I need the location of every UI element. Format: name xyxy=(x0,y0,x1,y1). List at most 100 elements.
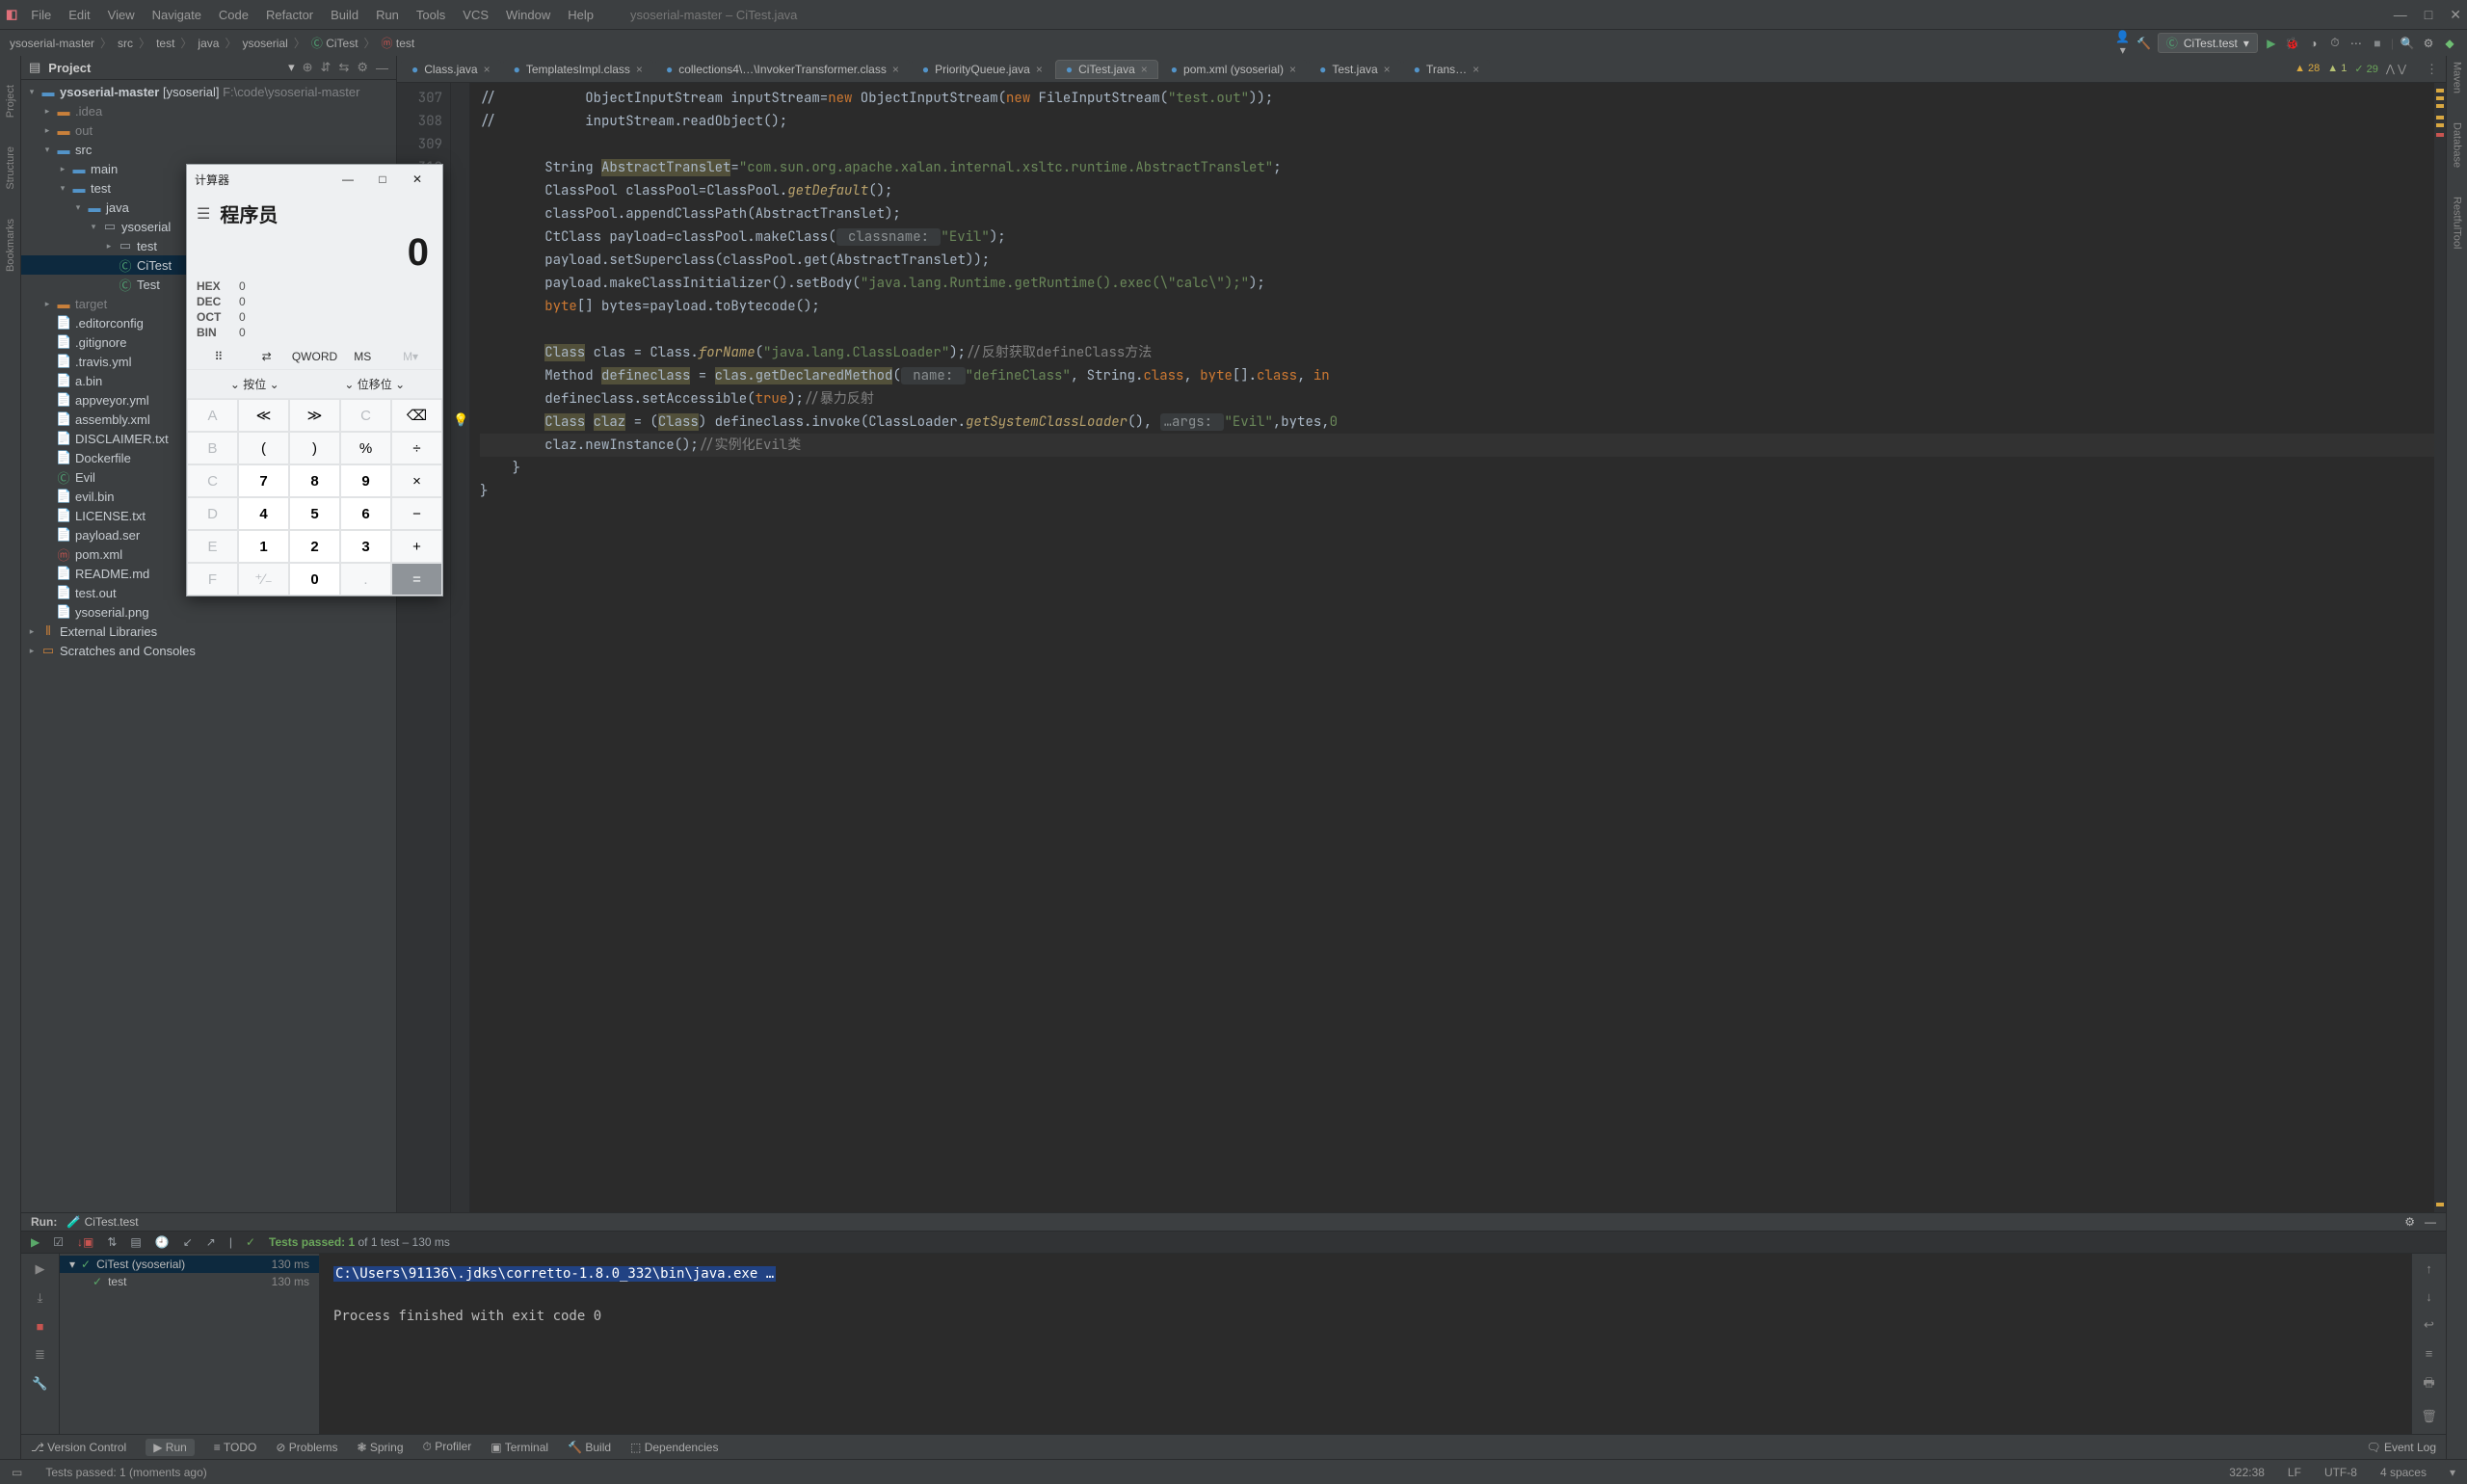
run-layout-icon[interactable]: ≣ xyxy=(35,1347,45,1363)
editor-content[interactable]: // ObjectInputStream inputStream=new Obj… xyxy=(470,83,2434,1212)
line-separator[interactable]: LF xyxy=(2288,1466,2301,1479)
menu-build[interactable]: Build xyxy=(323,6,366,24)
calc-bases[interactable]: HEX0 DEC0 OCT0 BIN0 xyxy=(187,277,442,344)
tree-node[interactable]: ▸▭Scratches and Consoles xyxy=(21,641,396,660)
git-branch[interactable]: ▾ xyxy=(2450,1466,2455,1479)
calc-key[interactable]: ) xyxy=(289,432,340,464)
toggle-toolwindows-icon[interactable]: ▭ xyxy=(12,1466,22,1479)
calc-key[interactable]: 3 xyxy=(340,530,391,563)
print-icon[interactable]: 🖶 xyxy=(2423,1374,2434,1395)
stop-icon[interactable]: ■ xyxy=(2370,37,2385,50)
deps-tool[interactable]: ⬚ Dependencies xyxy=(630,1441,718,1454)
run-config-name[interactable]: 🧪 CiTest.test xyxy=(66,1215,138,1229)
run-config-select[interactable]: ⒸCiTest.test▾ xyxy=(2158,33,2258,53)
calc-key[interactable]: + xyxy=(391,530,442,563)
calc-key[interactable]: 6 xyxy=(340,497,391,530)
run-stop-side-icon[interactable]: ■ xyxy=(37,1319,44,1334)
calc-key[interactable]: ≪ xyxy=(238,399,289,432)
crumb-test[interactable]: test xyxy=(156,37,174,50)
test-tree[interactable]: ▾✓CiTest (ysoserial)130 ms✓test130 ms xyxy=(60,1254,320,1434)
tree-node[interactable]: 📄ysoserial.png xyxy=(21,602,396,622)
calc-key[interactable]: E xyxy=(187,530,238,563)
calc-maximize-icon[interactable]: □ xyxy=(365,172,400,186)
menu-help[interactable]: Help xyxy=(560,6,601,24)
menu-code[interactable]: Code xyxy=(211,6,256,24)
tree-node[interactable]: ▸▬out xyxy=(21,120,396,140)
run-pin-icon[interactable]: 🔧 xyxy=(32,1376,47,1391)
soft-wrap-icon[interactable]: ↩ xyxy=(2424,1317,2434,1333)
crumb-java[interactable]: java xyxy=(198,37,219,50)
crumb-src[interactable]: src xyxy=(118,37,133,50)
editor-tab[interactable]: ●TemplatesImpl.class× xyxy=(503,60,653,79)
window-maximize-icon[interactable]: □ xyxy=(2425,7,2432,23)
close-tab-icon[interactable]: × xyxy=(484,63,491,76)
calc-key[interactable]: C xyxy=(187,464,238,497)
calc-key[interactable]: 2 xyxy=(289,530,340,563)
console-up-icon[interactable]: ↑ xyxy=(2426,1261,2432,1276)
tree-node[interactable]: ▸▬.idea xyxy=(21,101,396,120)
calc-close-icon[interactable]: ✕ xyxy=(400,172,435,186)
tree-node[interactable]: ▾▬src xyxy=(21,140,396,159)
vcs-tool[interactable]: ⎇ Version Control xyxy=(31,1441,126,1454)
menu-file[interactable]: File xyxy=(23,6,59,24)
calc-key[interactable]: B xyxy=(187,432,238,464)
build-tool[interactable]: 🔨 Build xyxy=(568,1441,611,1454)
calc-key[interactable]: 7 xyxy=(238,464,289,497)
crumb-method[interactable]: ⓜ test xyxy=(382,35,415,51)
expand-all-icon[interactable]: ⇵ xyxy=(321,60,332,75)
run-tool[interactable]: ▶ Run xyxy=(146,1439,195,1456)
todo-tool[interactable]: ≡ TODO xyxy=(214,1441,257,1454)
close-tab-icon[interactable]: × xyxy=(1289,63,1296,76)
menu-vcs[interactable]: VCS xyxy=(455,6,496,24)
terminal-tool[interactable]: ▣ Terminal xyxy=(491,1441,548,1454)
calc-shift[interactable]: ⌄ 位移位 ⌄ xyxy=(315,376,436,392)
run-debug-icon[interactable]: ⤓ xyxy=(38,1290,43,1306)
toolwin-structure[interactable]: Structure xyxy=(5,146,16,190)
calc-bittoggle-icon[interactable]: ⇄ xyxy=(243,350,291,363)
calc-key[interactable]: ⁺∕₋ xyxy=(238,563,289,596)
tabs-more-icon[interactable]: ⋮ xyxy=(2418,62,2446,77)
menu-navigate[interactable]: Navigate xyxy=(145,6,209,24)
calc-key[interactable]: 5 xyxy=(289,497,340,530)
close-tab-icon[interactable]: × xyxy=(636,63,643,76)
calc-key[interactable]: × xyxy=(391,464,442,497)
profile-icon[interactable]: ⏱ xyxy=(2327,36,2343,50)
editor-tab[interactable]: ●collections4\…\InvokerTransformer.class… xyxy=(655,60,910,79)
calc-key[interactable]: 9 xyxy=(340,464,391,497)
tree-node[interactable]: ▸⫴External Libraries xyxy=(21,622,396,641)
test-node[interactable]: ✓test130 ms xyxy=(60,1273,319,1290)
calc-bitwise[interactable]: ⌄ 按位 ⌄ xyxy=(195,376,315,392)
editor-tab[interactable]: ●Test.java× xyxy=(1309,60,1401,79)
calc-key[interactable]: 0 xyxy=(289,563,340,596)
calc-key[interactable]: = xyxy=(391,563,442,596)
menu-view[interactable]: View xyxy=(100,6,143,24)
close-tab-icon[interactable]: × xyxy=(1036,63,1043,76)
indent-info[interactable]: 4 spaces xyxy=(2380,1466,2427,1479)
crumb-class[interactable]: Ⓒ CiTest xyxy=(311,35,358,51)
settings-icon[interactable]: ⚙ xyxy=(2421,37,2436,50)
calc-ms[interactable]: MS xyxy=(338,350,386,363)
calc-key[interactable]: C xyxy=(340,399,391,432)
clear-icon[interactable]: 🗑 xyxy=(2421,1409,2437,1424)
calc-minimize-icon[interactable]: — xyxy=(331,172,365,186)
calc-key[interactable]: % xyxy=(340,432,391,464)
run-hide-icon[interactable]: — xyxy=(2425,1215,2436,1229)
calc-key[interactable]: 8 xyxy=(289,464,340,497)
error-stripe[interactable] xyxy=(2434,83,2446,1212)
tree-node[interactable]: ▾▬ysoserial-master [ysoserial] F:\code\y… xyxy=(21,82,396,101)
build-hammer-icon[interactable]: 🔨 xyxy=(2136,37,2152,50)
event-log-tool[interactable]: 🗨 Event Log xyxy=(2366,1441,2436,1454)
spring-tool[interactable]: ❃ Spring xyxy=(357,1441,403,1454)
crumb-pkg[interactable]: ysoserial xyxy=(242,37,287,50)
rerun-icon[interactable]: ▶ xyxy=(31,1235,40,1249)
collapse-all-icon[interactable]: ⇆ xyxy=(338,60,349,75)
menu-refactor[interactable]: Refactor xyxy=(258,6,321,24)
history-icon[interactable]: 🕘 xyxy=(155,1235,170,1249)
editor-tab[interactable]: ●CiTest.java× xyxy=(1055,60,1158,79)
calc-key[interactable]: A xyxy=(187,399,238,432)
search-everywhere-icon[interactable]: 🔍 xyxy=(2400,37,2415,50)
editor-tab[interactable]: ●Trans…× xyxy=(1403,60,1491,79)
calc-key[interactable]: − xyxy=(391,497,442,530)
run-icon[interactable]: ▶ xyxy=(2264,37,2279,50)
toolwin-bookmarks[interactable]: Bookmarks xyxy=(5,219,16,272)
